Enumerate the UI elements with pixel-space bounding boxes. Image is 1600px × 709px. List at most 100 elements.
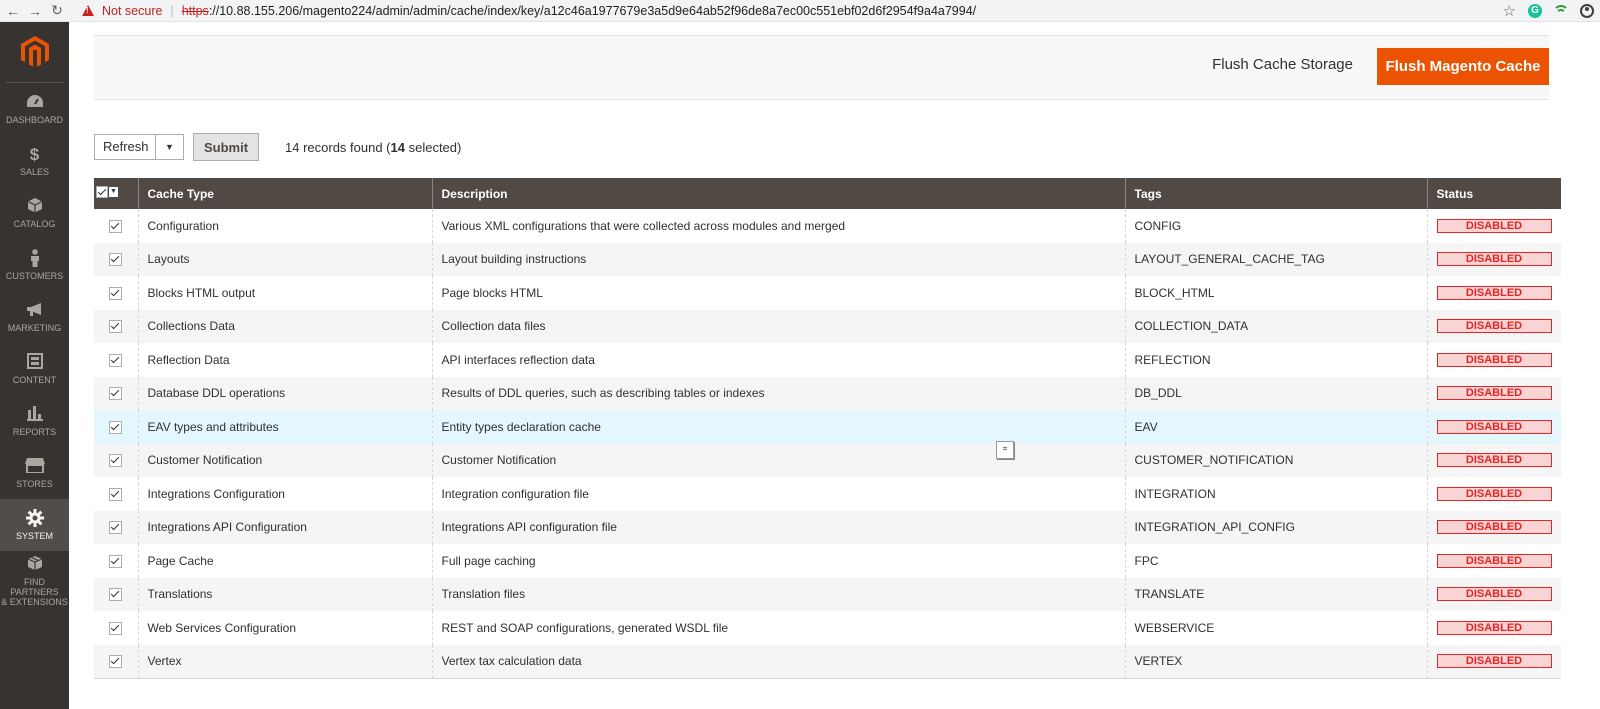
flush-magento-cache-button[interactable]: Flush Magento Cache [1377, 48, 1549, 85]
row-checkbox-cell[interactable] [94, 410, 138, 444]
select-all-checkbox[interactable] [96, 186, 108, 198]
description-cell: Layout building instructions [431, 242, 1125, 276]
status-cell: DISABLED [1426, 410, 1561, 444]
wifi-extension-icon[interactable] [1553, 4, 1569, 18]
back-arrow-icon[interactable]: ← [2, 3, 24, 19]
table-row[interactable]: Collections Data Collection data files C… [94, 309, 1561, 343]
sidebar-item-stores[interactable]: STORES [0, 447, 69, 499]
table-row[interactable]: Layouts Layout building instructions LAY… [94, 242, 1561, 276]
tags-cell: INTEGRATION_API_CONFIG [1124, 510, 1427, 544]
sidebar-item-label: SALES [19, 167, 50, 177]
tags-cell: TRANSLATE [1124, 577, 1427, 611]
text-cursor-icon: ⌗ [996, 441, 1014, 459]
row-checkbox[interactable] [109, 387, 123, 401]
mass-action-select[interactable]: Refresh ▼ [94, 134, 184, 160]
flush-cache-storage-button[interactable]: Flush Cache Storage [1212, 56, 1353, 73]
box-icon [27, 197, 43, 217]
description-cell: API interfaces reflection data [431, 343, 1125, 377]
admin-sidebar: DASHBOARD $ SALES CATALOG CUSTOMERS MARK… [0, 22, 69, 709]
magento-logo-icon[interactable] [6, 22, 63, 83]
status-badge: DISABLED [1436, 285, 1552, 300]
sidebar-item-customers[interactable]: CUSTOMERS [0, 239, 69, 291]
row-checkbox[interactable] [109, 353, 123, 367]
row-checkbox[interactable] [109, 655, 123, 669]
mass-select-control[interactable]: ▼ [96, 186, 118, 198]
chevron-down-icon[interactable]: ▼ [155, 135, 183, 159]
row-checkbox[interactable] [109, 521, 123, 535]
table-row[interactable]: Integrations API Configuration Integrati… [94, 510, 1561, 544]
row-checkbox-cell[interactable] [94, 376, 138, 410]
sidebar-item-sales[interactable]: $ SALES [0, 135, 69, 187]
row-checkbox-cell[interactable] [94, 477, 138, 511]
row-checkbox[interactable] [109, 286, 123, 300]
table-row[interactable]: Customer Notification Customer Notificat… [94, 443, 1561, 477]
description-cell: Entity types declaration cache [431, 410, 1125, 444]
package-icon [27, 555, 43, 575]
row-checkbox[interactable] [109, 454, 123, 468]
table-row[interactable]: EAV types and attributes Entity types de… [94, 410, 1561, 444]
table-row[interactable]: Web Services Configuration REST and SOAP… [94, 611, 1561, 645]
profile-icon[interactable] [1580, 4, 1594, 18]
header-cache-type: Cache Type [137, 178, 432, 209]
security-warning[interactable]: Not secure [82, 4, 162, 18]
status-badge: DISABLED [1436, 419, 1552, 434]
sidebar-item-find-partners[interactable]: FIND PARTNERS & EXTENSIONS [0, 551, 69, 611]
table-row[interactable]: Vertex Vertex tax calculation data VERTE… [94, 644, 1561, 679]
row-checkbox[interactable] [109, 554, 123, 568]
megaphone-icon [26, 301, 44, 321]
sidebar-item-system[interactable]: SYSTEM [0, 499, 69, 551]
table-row[interactable]: Database DDL operations Results of DDL q… [94, 376, 1561, 410]
address-bar[interactable]: https://10.88.155.206/magento224/admin/a… [182, 4, 976, 18]
chevron-down-icon[interactable]: ▼ [109, 187, 118, 197]
status-badge: DISABLED [1436, 352, 1552, 367]
row-checkbox-cell[interactable] [94, 644, 138, 679]
description-cell: Page blocks HTML [431, 276, 1125, 310]
status-badge: DISABLED [1436, 620, 1552, 635]
row-checkbox-cell[interactable] [94, 544, 138, 578]
row-checkbox-cell[interactable] [94, 209, 138, 243]
status-badge: DISABLED [1436, 486, 1552, 501]
row-checkbox-cell[interactable] [94, 242, 138, 276]
status-badge: DISABLED [1436, 386, 1552, 401]
row-checkbox-cell[interactable] [94, 309, 138, 343]
row-checkbox[interactable] [109, 487, 123, 501]
row-checkbox[interactable] [109, 320, 123, 334]
table-row[interactable]: Blocks HTML output Page blocks HTML BLOC… [94, 276, 1561, 310]
page-actions-bar: Flush Cache Storage Flush Magento Cache [94, 35, 1549, 100]
row-checkbox-cell[interactable] [94, 343, 138, 377]
status-badge: DISABLED [1436, 453, 1552, 468]
tags-cell: FPC [1124, 544, 1427, 578]
sidebar-item-marketing[interactable]: MARKETING [0, 291, 69, 343]
table-row[interactable]: Configuration Various XML configurations… [94, 209, 1561, 243]
sidebar-item-dashboard[interactable]: DASHBOARD [0, 83, 69, 135]
url-scheme: https [181, 3, 209, 18]
submit-button[interactable]: Submit [193, 133, 259, 161]
mass-select-header[interactable]: ▼ [94, 178, 138, 209]
row-checkbox[interactable] [109, 420, 123, 434]
row-checkbox-cell[interactable] [94, 443, 138, 477]
sidebar-item-content[interactable]: CONTENT [0, 343, 69, 395]
sidebar-item-catalog[interactable]: CATALOG [0, 187, 69, 239]
row-checkbox[interactable] [109, 621, 123, 635]
grammarly-icon[interactable]: G [1528, 4, 1542, 18]
row-checkbox[interactable] [109, 588, 123, 602]
header-tags: Tags [1124, 178, 1427, 209]
forward-arrow-icon[interactable]: → [24, 3, 46, 19]
dashboard-icon [26, 93, 44, 113]
row-checkbox[interactable] [109, 219, 123, 233]
bookmark-star-icon[interactable]: ☆ [1503, 2, 1516, 20]
cache-type-cell: Customer Notification [137, 443, 432, 477]
row-checkbox-cell[interactable] [94, 276, 138, 310]
table-row[interactable]: Integrations Configuration Integration c… [94, 477, 1561, 511]
row-checkbox-cell[interactable] [94, 510, 138, 544]
sidebar-item-reports[interactable]: REPORTS [0, 395, 69, 447]
status-badge: DISABLED [1436, 252, 1552, 267]
table-row[interactable]: Reflection Data API interfaces reflectio… [94, 343, 1561, 377]
reload-icon[interactable]: ↻ [46, 2, 68, 19]
row-checkbox-cell[interactable] [94, 611, 138, 645]
row-checkbox-cell[interactable] [94, 577, 138, 611]
table-row[interactable]: Translations Translation files TRANSLATE… [94, 577, 1561, 611]
row-checkbox[interactable] [109, 253, 123, 267]
table-row[interactable]: Page Cache Full page caching FPC DISABLE… [94, 544, 1561, 578]
tags-cell: EAV [1124, 410, 1427, 444]
